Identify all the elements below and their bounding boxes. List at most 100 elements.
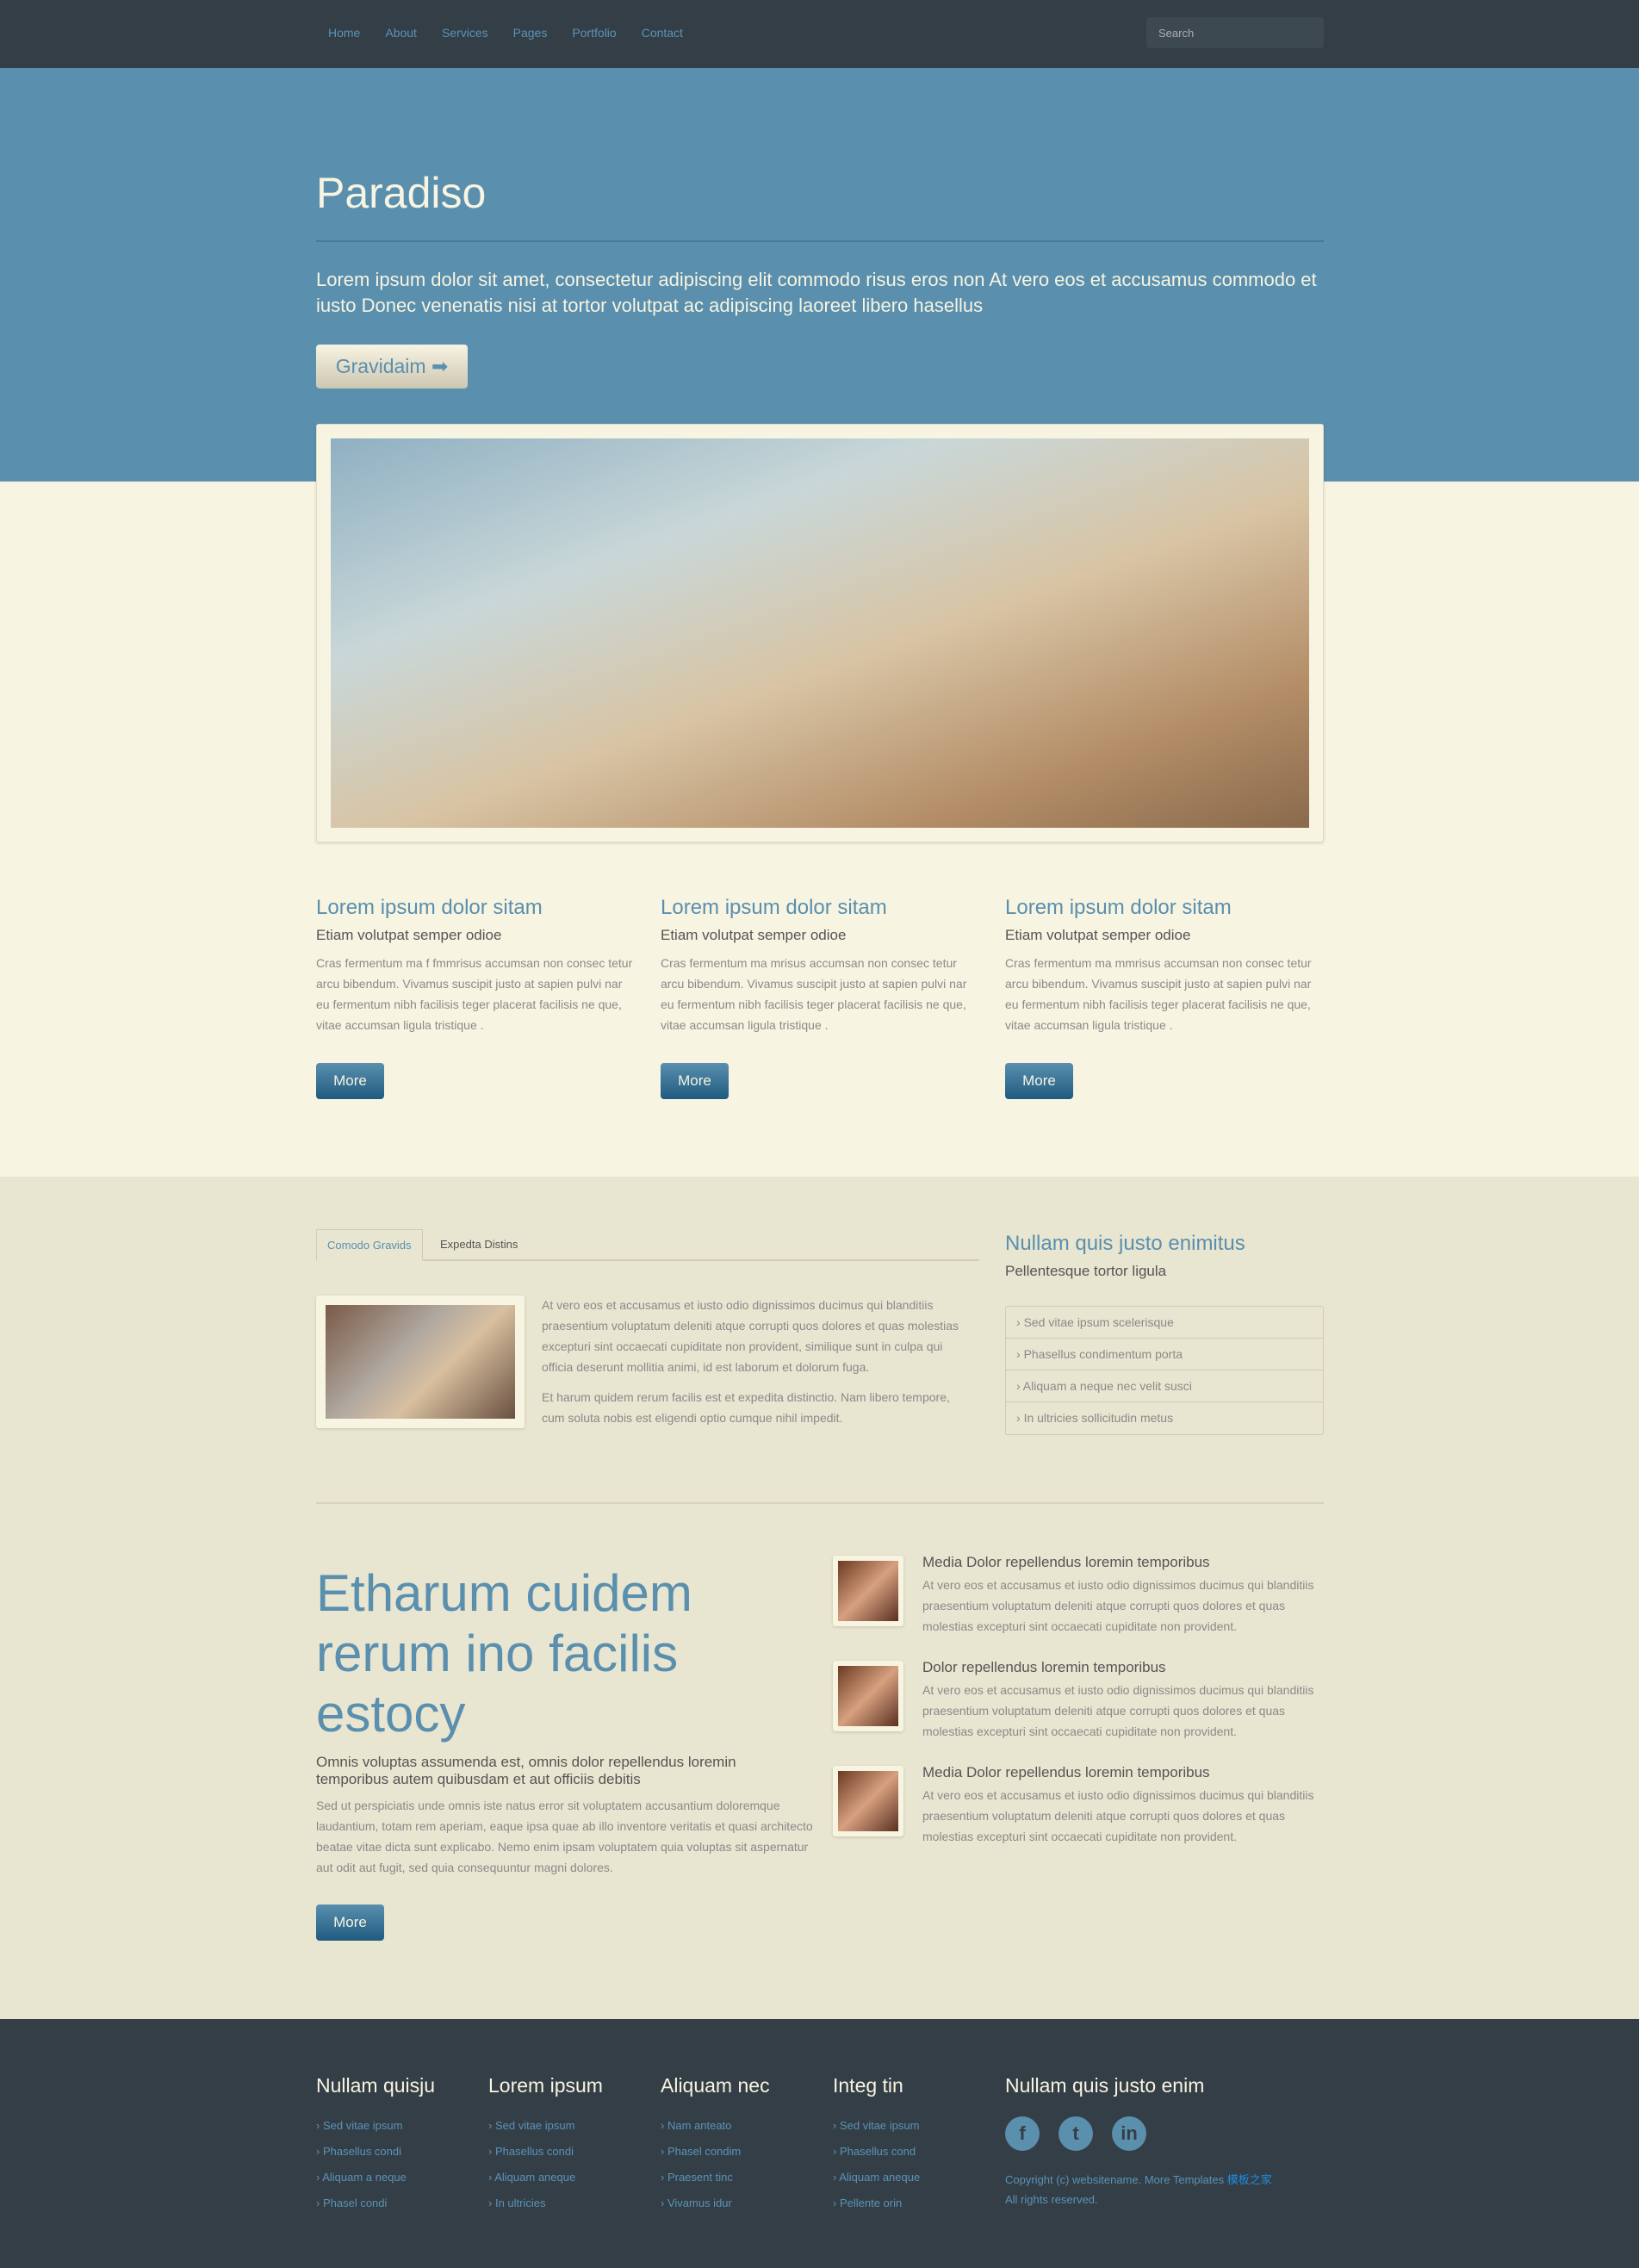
more-button[interactable]: More (1005, 1063, 1073, 1099)
footer-link[interactable]: Vivamus idur (661, 2197, 770, 2222)
arrow-right-icon: ➡ (431, 355, 449, 377)
nav-services[interactable]: Services (442, 26, 488, 40)
footer-link[interactable]: Aliquam aneque (488, 2171, 603, 2197)
search-input[interactable] (1146, 17, 1324, 48)
templates-link[interactable]: 模板之家 (1227, 2173, 1272, 2186)
media-item: Dolor repellendus loremin temporibus At … (833, 1656, 1324, 1750)
footer-heading: Nullam quisju (316, 2074, 436, 2097)
nav-contact[interactable]: Contact (642, 26, 683, 40)
feature-title: Lorem ipsum dolor sitam (316, 896, 543, 919)
gravidaim-button[interactable]: Gravidaim ➡ (316, 345, 468, 388)
media-item: Media Dolor repellendus loremin temporib… (833, 1761, 1324, 1855)
sidebar-list: › Sed vitae ipsum scelerisque › Phasellu… (1005, 1306, 1324, 1435)
chevron-right-icon: › (1016, 1411, 1024, 1425)
sidebar-item[interactable]: › Sed vitae ipsum scelerisque (1006, 1307, 1323, 1339)
button-label: Gravidaim (335, 355, 426, 377)
footer-link[interactable]: Sed vitae ipsum (316, 2119, 435, 2145)
footer-column: Aliquam nec Nam anteatoPhasel condimPrae… (661, 2074, 770, 2222)
tab-photo (326, 1305, 515, 1419)
promo-text: Sed ut perspiciatis unde omnis iste natu… (316, 1799, 813, 1874)
feature-text: Cras fermentum ma mmrisus accumsan non c… (1005, 956, 1312, 1032)
footer-link[interactable]: Phasel condi (316, 2197, 435, 2222)
facebook-icon[interactable]: f (1005, 2116, 1040, 2151)
media-thumbnail (833, 1766, 903, 1836)
footer-link[interactable]: Praesent tinc (661, 2171, 770, 2197)
footer (0, 2019, 1639, 2268)
tab-text: Et harum quidem rerum facilis est et exp… (542, 1390, 950, 1425)
feature-subtitle: Etiam volutpat semper odioe (1005, 927, 1191, 943)
chevron-right-icon: › (1016, 1315, 1024, 1329)
more-button[interactable]: More (316, 1063, 384, 1099)
more-button[interactable]: More (316, 1904, 384, 1941)
tab-bar: Comodo Gravids Expedta Distins (316, 1229, 979, 1261)
promo-title: Etharum cuidem rerum ino facilis estocy (316, 1564, 692, 1743)
media-title[interactable]: Dolor repellendus loremin temporibus (922, 1659, 1166, 1676)
media-thumbnail (833, 1556, 903, 1626)
footer-link[interactable]: In ultricies (488, 2197, 603, 2222)
feature-title: Lorem ipsum dolor sitam (661, 896, 887, 919)
media-title[interactable]: Media Dolor repellendus loremin temporib… (922, 1764, 1210, 1781)
nav-portfolio[interactable]: Portfolio (572, 26, 616, 40)
divider (316, 240, 1324, 242)
media-thumbnail (833, 1661, 903, 1731)
sidebar-item-label: Sed vitae ipsum scelerisque (1023, 1315, 1174, 1329)
feature-title: Lorem ipsum dolor sitam (1005, 896, 1232, 919)
linkedin-icon[interactable]: in (1112, 2116, 1146, 2151)
footer-link[interactable]: Phasellus condi (316, 2145, 435, 2171)
footer-link[interactable]: Nam anteato (661, 2119, 770, 2145)
sidebar-item-label: In ultricies sollicitudin metus (1023, 1411, 1174, 1425)
footer-link[interactable]: Aliquam aneque (833, 2171, 920, 2197)
tab-image-card (316, 1296, 525, 1428)
footer-link[interactable]: Pellente orin (833, 2197, 920, 2222)
feature-subtitle: Etiam volutpat semper odioe (316, 927, 502, 943)
divider (316, 1502, 1324, 1504)
hero-image-frame (316, 424, 1324, 842)
tab-text: At vero eos et accusamus et iusto odio d… (542, 1298, 959, 1374)
top-nav: Home About Services Pages Portfolio Cont… (0, 0, 1639, 68)
footer-link[interactable]: Phasellus cond (833, 2145, 920, 2171)
sidebar-subtitle: Pellentesque tortor ligula (1005, 1263, 1167, 1279)
feature-column: Lorem ipsum dolor sitam Etiam volutpat s… (1005, 896, 1324, 1035)
promo-subtitle: Omnis voluptas assumenda est, omnis dolo… (316, 1754, 736, 1787)
feature-text: Cras fermentum ma mrisus accumsan non co… (661, 956, 967, 1032)
site-title: Paradiso (316, 169, 487, 217)
footer-heading: Nullam quis justo enim (1005, 2074, 1205, 2097)
nav-about[interactable]: About (385, 26, 417, 40)
footer-heading: Lorem ipsum (488, 2074, 603, 2097)
footer-link[interactable]: Phasel condim (661, 2145, 770, 2171)
footer-link[interactable]: Sed vitae ipsum (833, 2119, 920, 2145)
footer-link[interactable]: Phasellus condi (488, 2145, 603, 2171)
copyright-text: Copyright (c) websitename. More Template… (1005, 2173, 1225, 2186)
tab-expedta-distins[interactable]: Expedta Distins (430, 1229, 528, 1261)
media-item: Media Dolor repellendus loremin temporib… (833, 1550, 1324, 1645)
media-text: At vero eos et accusamus et iusto odio d… (922, 1683, 1314, 1738)
feature-text: Cras fermentum ma f fmmrisus accumsan no… (316, 956, 633, 1032)
hero-photo (331, 438, 1309, 828)
nav-pages[interactable]: Pages (513, 26, 548, 40)
nav-home[interactable]: Home (328, 26, 360, 40)
footer-link[interactable]: Aliquam a neque (316, 2171, 435, 2197)
footer-heading: Integ tin (833, 2074, 903, 2097)
chevron-right-icon: › (1016, 1347, 1024, 1361)
sidebar-item[interactable]: › Phasellus condimentum porta (1006, 1339, 1323, 1370)
sidebar-item[interactable]: › Aliquam a neque nec velit susci (1006, 1370, 1323, 1402)
footer-link[interactable]: Sed vitae ipsum (488, 2119, 603, 2145)
chevron-right-icon: › (1016, 1379, 1023, 1393)
media-title[interactable]: Media Dolor repellendus loremin temporib… (922, 1554, 1210, 1571)
feature-column: Lorem ipsum dolor sitam Etiam volutpat s… (661, 896, 979, 1035)
footer-column: Lorem ipsum Sed vitae ipsumPhasellus con… (488, 2074, 603, 2222)
media-text: At vero eos et accusamus et iusto odio d… (922, 1788, 1314, 1843)
feature-subtitle: Etiam volutpat semper odioe (661, 927, 847, 943)
more-button[interactable]: More (661, 1063, 729, 1099)
copyright: Copyright (c) websitename. More Template… (1005, 2170, 1324, 2209)
feature-column: Lorem ipsum dolor sitam Etiam volutpat s… (316, 896, 635, 1035)
footer-column: Nullam quisju Sed vitae ipsumPhasellus c… (316, 2074, 435, 2222)
hero-lead: Lorem ipsum dolor sit amet, consectetur … (316, 269, 1317, 316)
rights-text: All rights reserved. (1005, 2193, 1098, 2206)
sidebar-item[interactable]: › In ultricies sollicitudin metus (1006, 1402, 1323, 1434)
twitter-icon[interactable]: t (1059, 2116, 1093, 2151)
footer-column: Integ tin Sed vitae ipsumPhasellus condA… (833, 2074, 920, 2222)
tab-comodo-gravids[interactable]: Comodo Gravids (316, 1229, 423, 1261)
media-text: At vero eos et accusamus et iusto odio d… (922, 1578, 1314, 1633)
nav-menu: Home About Services Pages Portfolio Cont… (328, 26, 708, 40)
